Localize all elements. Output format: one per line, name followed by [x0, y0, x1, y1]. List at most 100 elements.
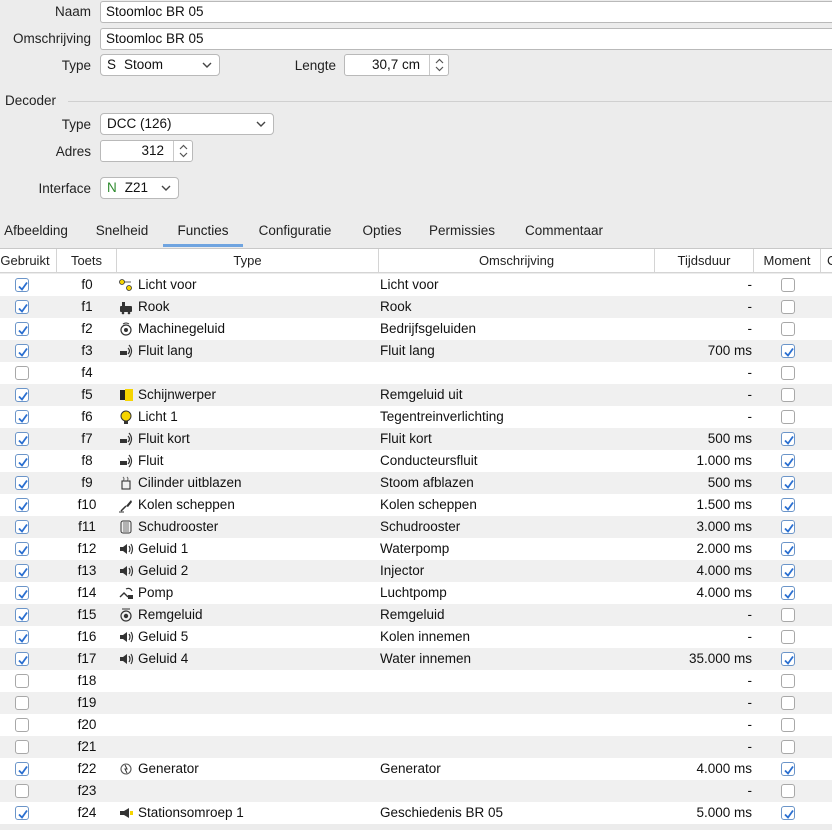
- gebruikt-checkbox[interactable]: [15, 608, 29, 622]
- gebruikt-checkbox[interactable]: [15, 806, 29, 820]
- tijdsduur-cell: -: [747, 783, 753, 798]
- moment-checkbox[interactable]: [781, 498, 795, 512]
- table-row[interactable]: f8 Fluit Conducteursfluit 1.000 ms: [0, 450, 832, 472]
- table-row[interactable]: f1 Rook Rook -: [0, 296, 832, 318]
- gebruikt-checkbox[interactable]: [15, 278, 29, 292]
- moment-checkbox[interactable]: [781, 454, 795, 468]
- table-row[interactable]: f9 Cilinder uitblazen Stoom afblazen 500 ms: [0, 472, 832, 494]
- gebruikt-checkbox[interactable]: [15, 630, 29, 644]
- col-header-extra[interactable]: C: [821, 249, 832, 273]
- moment-checkbox[interactable]: [781, 608, 795, 622]
- moment-checkbox[interactable]: [781, 740, 795, 754]
- gebruikt-checkbox[interactable]: [15, 498, 29, 512]
- moment-checkbox[interactable]: [781, 542, 795, 556]
- moment-checkbox[interactable]: [781, 630, 795, 644]
- gebruikt-checkbox[interactable]: [15, 586, 29, 600]
- gebruikt-checkbox[interactable]: [15, 388, 29, 402]
- table-row[interactable]: f2 Machinegeluid Bedrijfsgeluiden -: [0, 318, 832, 340]
- stepper-arrows-icon[interactable]: [173, 141, 192, 161]
- gebruikt-checkbox[interactable]: [15, 432, 29, 446]
- col-header-toets[interactable]: Toets: [57, 249, 117, 273]
- table-row[interactable]: f11 Schudrooster Schudrooster 3.000 ms: [0, 516, 832, 538]
- table-row[interactable]: f12 Geluid 1 Waterpomp 2.000 ms: [0, 538, 832, 560]
- table-row[interactable]: f23 -: [0, 780, 832, 802]
- table-row[interactable]: f0 Licht voor Licht voor -: [0, 274, 832, 296]
- tab-snelheid[interactable]: Snelheid: [88, 220, 156, 248]
- table-row[interactable]: f5 Schijnwerper Remgeluid uit -: [0, 384, 832, 406]
- table-row[interactable]: f6 Licht 1 Tegentreinverlichting -: [0, 406, 832, 428]
- gebruikt-checkbox[interactable]: [15, 652, 29, 666]
- type-select[interactable]: S Stoom: [100, 54, 220, 76]
- table-row[interactable]: f16 Geluid 5 Kolen innemen -: [0, 626, 832, 648]
- moment-checkbox[interactable]: [781, 564, 795, 578]
- table-row[interactable]: f10 Kolen scheppen Kolen scheppen 1.500 ms: [0, 494, 832, 516]
- table-row[interactable]: f17 Geluid 4 Water innemen 35.000 ms: [0, 648, 832, 670]
- table-row[interactable]: f4 -: [0, 362, 832, 384]
- col-header-type[interactable]: Type: [117, 249, 379, 273]
- moment-checkbox[interactable]: [781, 278, 795, 292]
- gebruikt-checkbox[interactable]: [15, 762, 29, 776]
- moment-checkbox[interactable]: [781, 410, 795, 424]
- table-row[interactable]: f13 Geluid 2 Injector 4.000 ms: [0, 560, 832, 582]
- gebruikt-checkbox[interactable]: [15, 520, 29, 534]
- table-row[interactable]: f20 -: [0, 714, 832, 736]
- moment-checkbox[interactable]: [781, 476, 795, 490]
- gebruikt-checkbox[interactable]: [15, 674, 29, 688]
- naam-input[interactable]: Stoomloc BR 05: [100, 1, 832, 23]
- decoder-type-select[interactable]: DCC (126): [100, 113, 274, 135]
- adres-stepper[interactable]: 312: [100, 140, 193, 162]
- table-row[interactable]: f14 Pomp Luchtpomp 4.000 ms: [0, 582, 832, 604]
- tab-configuratie[interactable]: Configuratie: [251, 220, 339, 248]
- moment-checkbox[interactable]: [781, 322, 795, 336]
- table-row[interactable]: f22 Generator Generator 4.000 ms: [0, 758, 832, 780]
- gebruikt-checkbox[interactable]: [15, 542, 29, 556]
- moment-checkbox[interactable]: [781, 520, 795, 534]
- gebruikt-checkbox[interactable]: [15, 740, 29, 754]
- tab-commentaar[interactable]: Commentaar: [518, 220, 610, 248]
- moment-checkbox[interactable]: [781, 344, 795, 358]
- gebruikt-checkbox[interactable]: [15, 718, 29, 732]
- gebruikt-checkbox[interactable]: [15, 564, 29, 578]
- tijdsduur-cell: 4.000 ms: [696, 761, 752, 776]
- gebruikt-checkbox[interactable]: [15, 410, 29, 424]
- table-row[interactable]: f18 -: [0, 670, 832, 692]
- moment-checkbox[interactable]: [781, 696, 795, 710]
- gebruikt-checkbox[interactable]: [15, 696, 29, 710]
- omschrijving-input[interactable]: Stoomloc BR 05: [100, 28, 832, 50]
- stepper-arrows-icon[interactable]: [429, 55, 448, 75]
- table-row[interactable]: f21 -: [0, 736, 832, 758]
- moment-checkbox[interactable]: [781, 586, 795, 600]
- tab-functies[interactable]: Functies: [163, 220, 243, 248]
- table-row[interactable]: f7 Fluit kort Fluit kort 500 ms: [0, 428, 832, 450]
- gebruikt-checkbox[interactable]: [15, 322, 29, 336]
- gebruikt-checkbox[interactable]: [15, 366, 29, 380]
- moment-checkbox[interactable]: [781, 432, 795, 446]
- moment-checkbox[interactable]: [781, 300, 795, 314]
- tab-opties[interactable]: Opties: [356, 220, 408, 248]
- moment-checkbox[interactable]: [781, 718, 795, 732]
- tab-permissies[interactable]: Permissies: [423, 220, 501, 248]
- moment-checkbox[interactable]: [781, 652, 795, 666]
- gebruikt-checkbox[interactable]: [15, 344, 29, 358]
- moment-checkbox[interactable]: [781, 674, 795, 688]
- col-header-tijdsduur[interactable]: Tijdsduur: [655, 249, 754, 273]
- col-header-omschrijving[interactable]: Omschrijving: [379, 249, 655, 273]
- gebruikt-checkbox[interactable]: [15, 300, 29, 314]
- table-row[interactable]: f19 -: [0, 692, 832, 714]
- tab-afbeelding[interactable]: Afbeelding: [0, 220, 72, 248]
- gebruikt-checkbox[interactable]: [15, 476, 29, 490]
- moment-checkbox[interactable]: [781, 784, 795, 798]
- moment-checkbox[interactable]: [781, 806, 795, 820]
- moment-checkbox[interactable]: [781, 366, 795, 380]
- table-row[interactable]: f3 Fluit lang Fluit lang 700 ms: [0, 340, 832, 362]
- lengte-stepper[interactable]: 30,7 cm: [344, 54, 449, 76]
- gebruikt-checkbox[interactable]: [15, 784, 29, 798]
- table-row[interactable]: f24 Stationsomroep 1 Geschiedenis BR 05 5.0…: [0, 802, 832, 824]
- col-header-moment[interactable]: Moment: [754, 249, 821, 273]
- moment-checkbox[interactable]: [781, 388, 795, 402]
- moment-checkbox[interactable]: [781, 762, 795, 776]
- table-row[interactable]: f15 Remgeluid Remgeluid -: [0, 604, 832, 626]
- col-header-gebruikt[interactable]: Gebruikt: [0, 249, 57, 273]
- gebruikt-checkbox[interactable]: [15, 454, 29, 468]
- interface-select[interactable]: N Z21: [100, 177, 179, 199]
